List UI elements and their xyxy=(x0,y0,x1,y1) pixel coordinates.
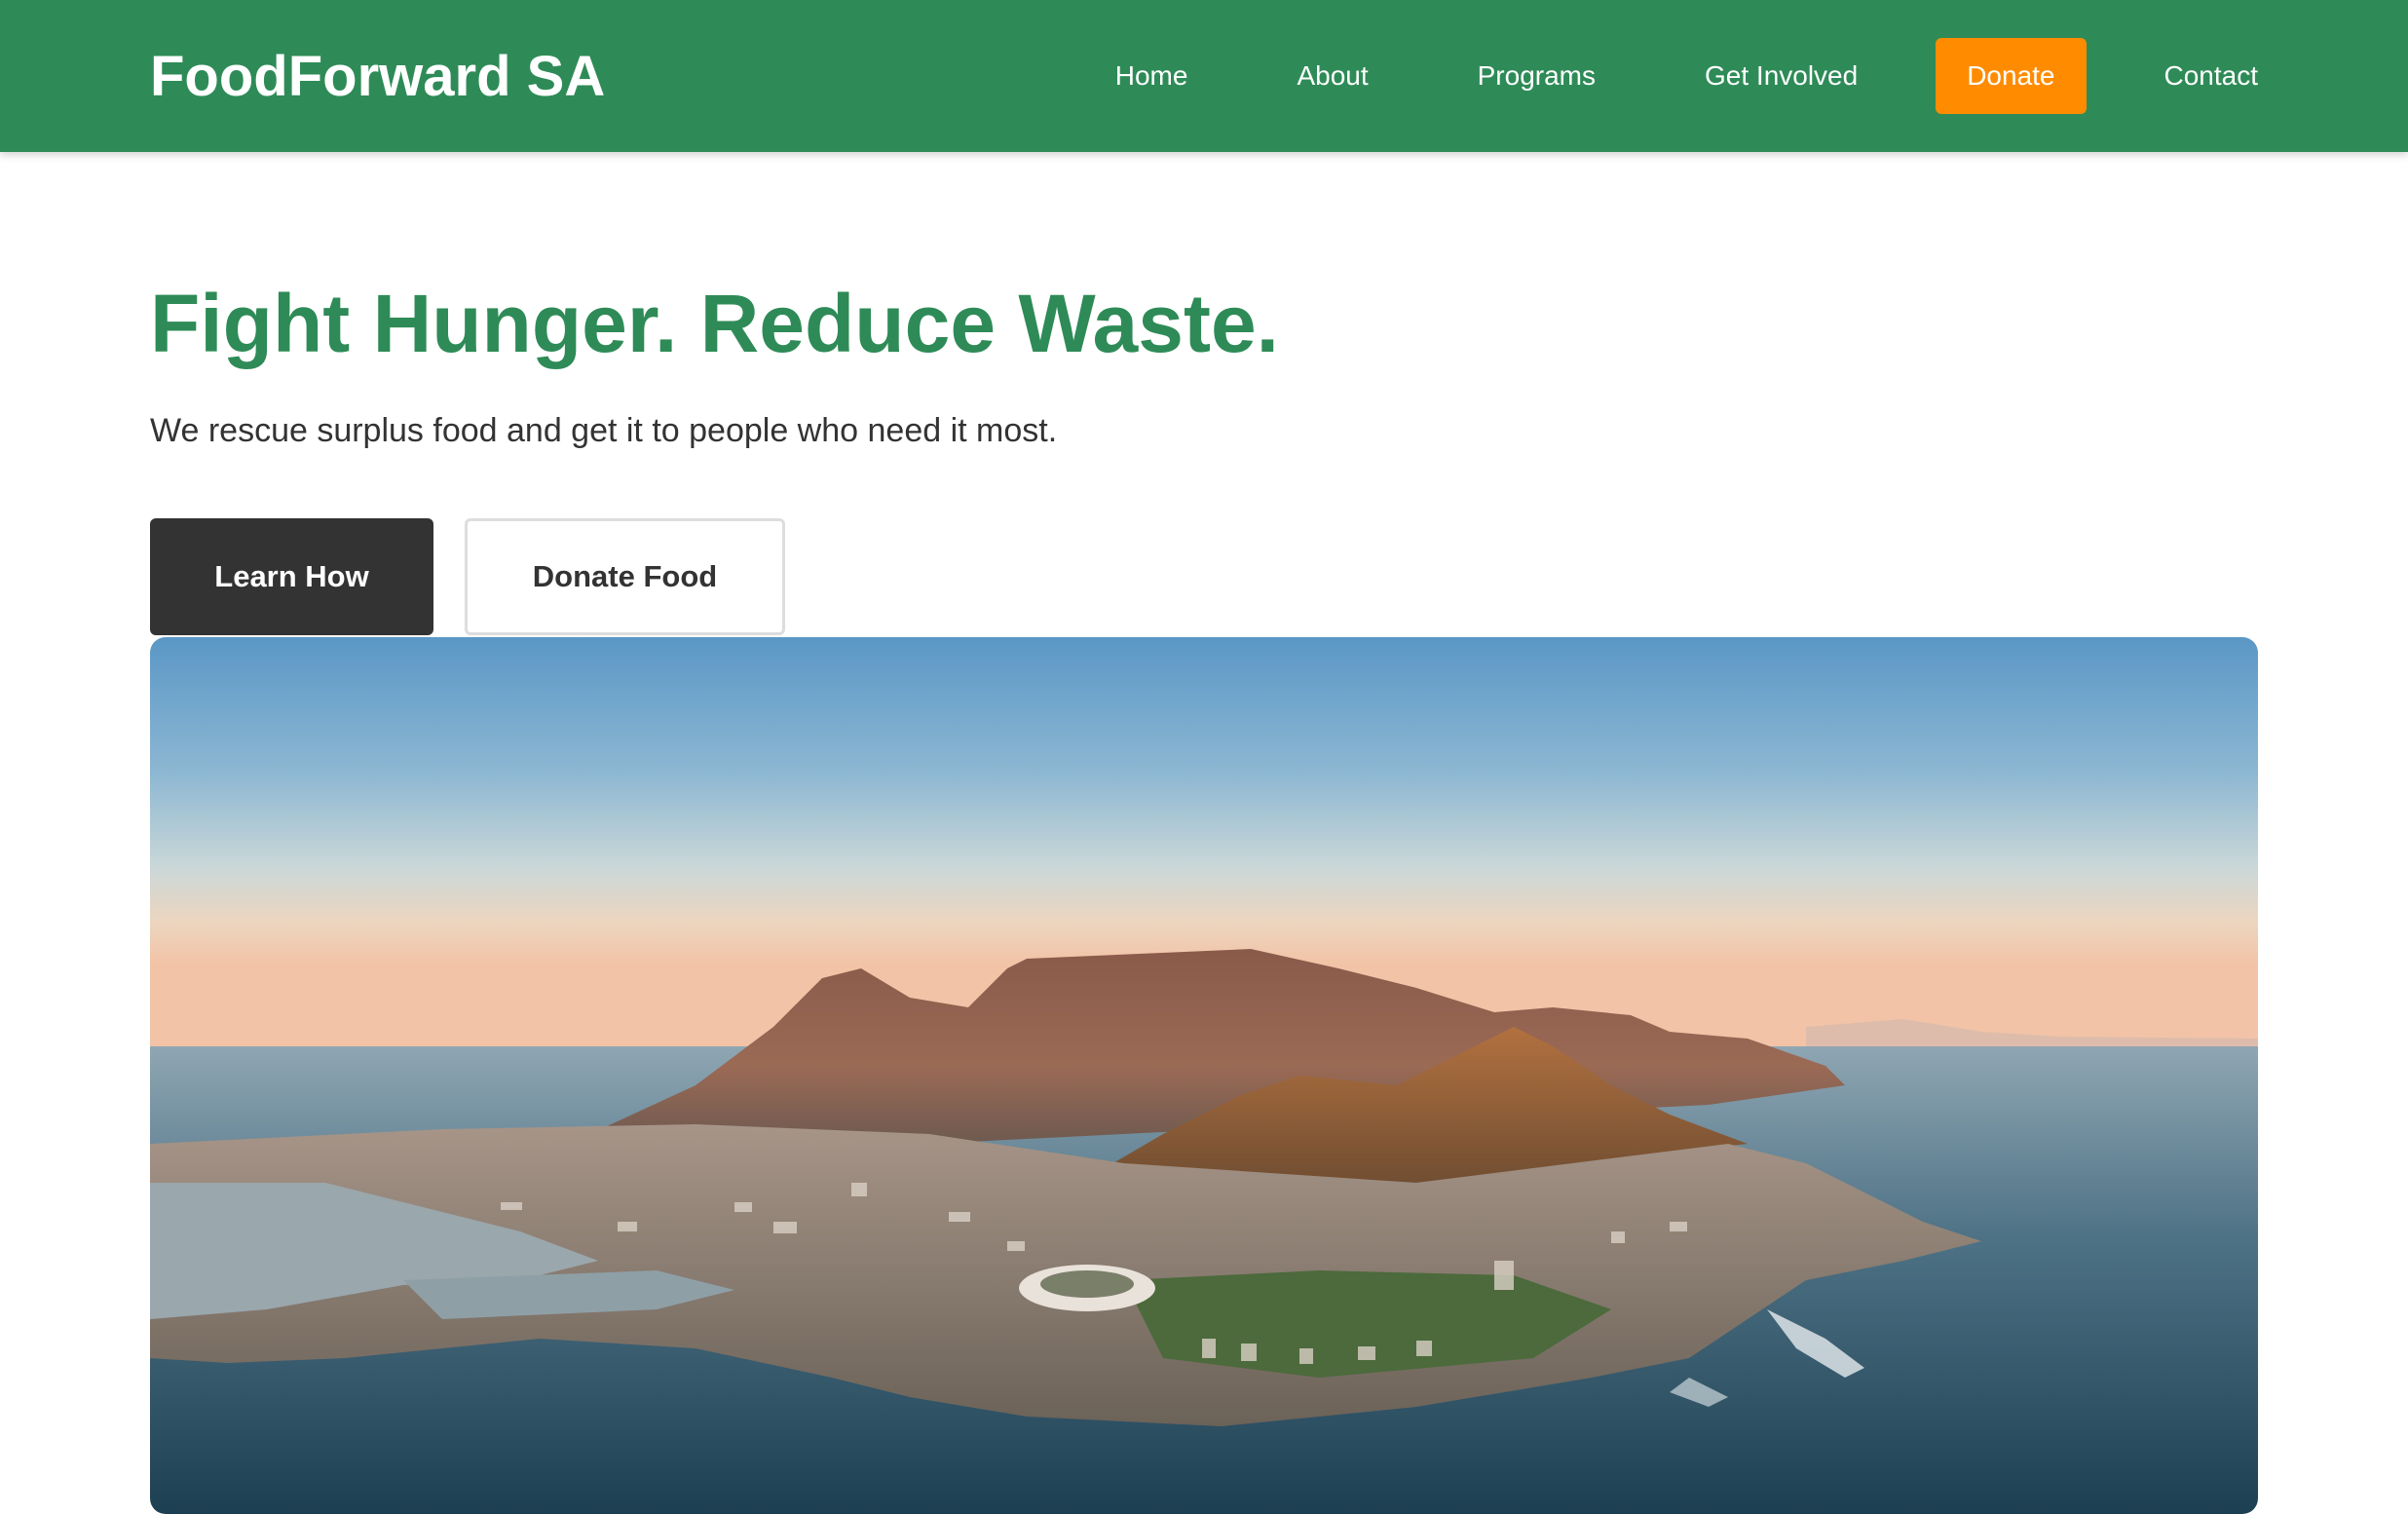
nav-about-link[interactable]: About xyxy=(1297,60,1368,92)
hero-title: Fight Hunger. Reduce Waste. xyxy=(150,278,1280,369)
site-logo[interactable]: FoodForward SA xyxy=(150,0,605,152)
city-aerial-illustration xyxy=(150,637,2258,1514)
site-header: FoodForward SA Home About Programs Get I… xyxy=(0,0,2408,152)
nav-donate-button[interactable]: Donate xyxy=(1936,38,2087,114)
nav-contact-link[interactable]: Contact xyxy=(2164,60,2259,92)
nav-programs-link[interactable]: Programs xyxy=(1478,60,1596,92)
learn-how-button[interactable]: Learn How xyxy=(150,518,433,635)
nav-home-link[interactable]: Home xyxy=(1115,60,1188,92)
hero-image xyxy=(150,637,2258,1514)
donate-food-button[interactable]: Donate Food xyxy=(465,518,785,635)
hero-subtitle: We rescue surplus food and get it to peo… xyxy=(150,412,1058,449)
nav-get-involved-link[interactable]: Get Involved xyxy=(1705,60,1858,92)
main-nav: Home About Programs Get Involved Donate … xyxy=(1115,0,2258,152)
